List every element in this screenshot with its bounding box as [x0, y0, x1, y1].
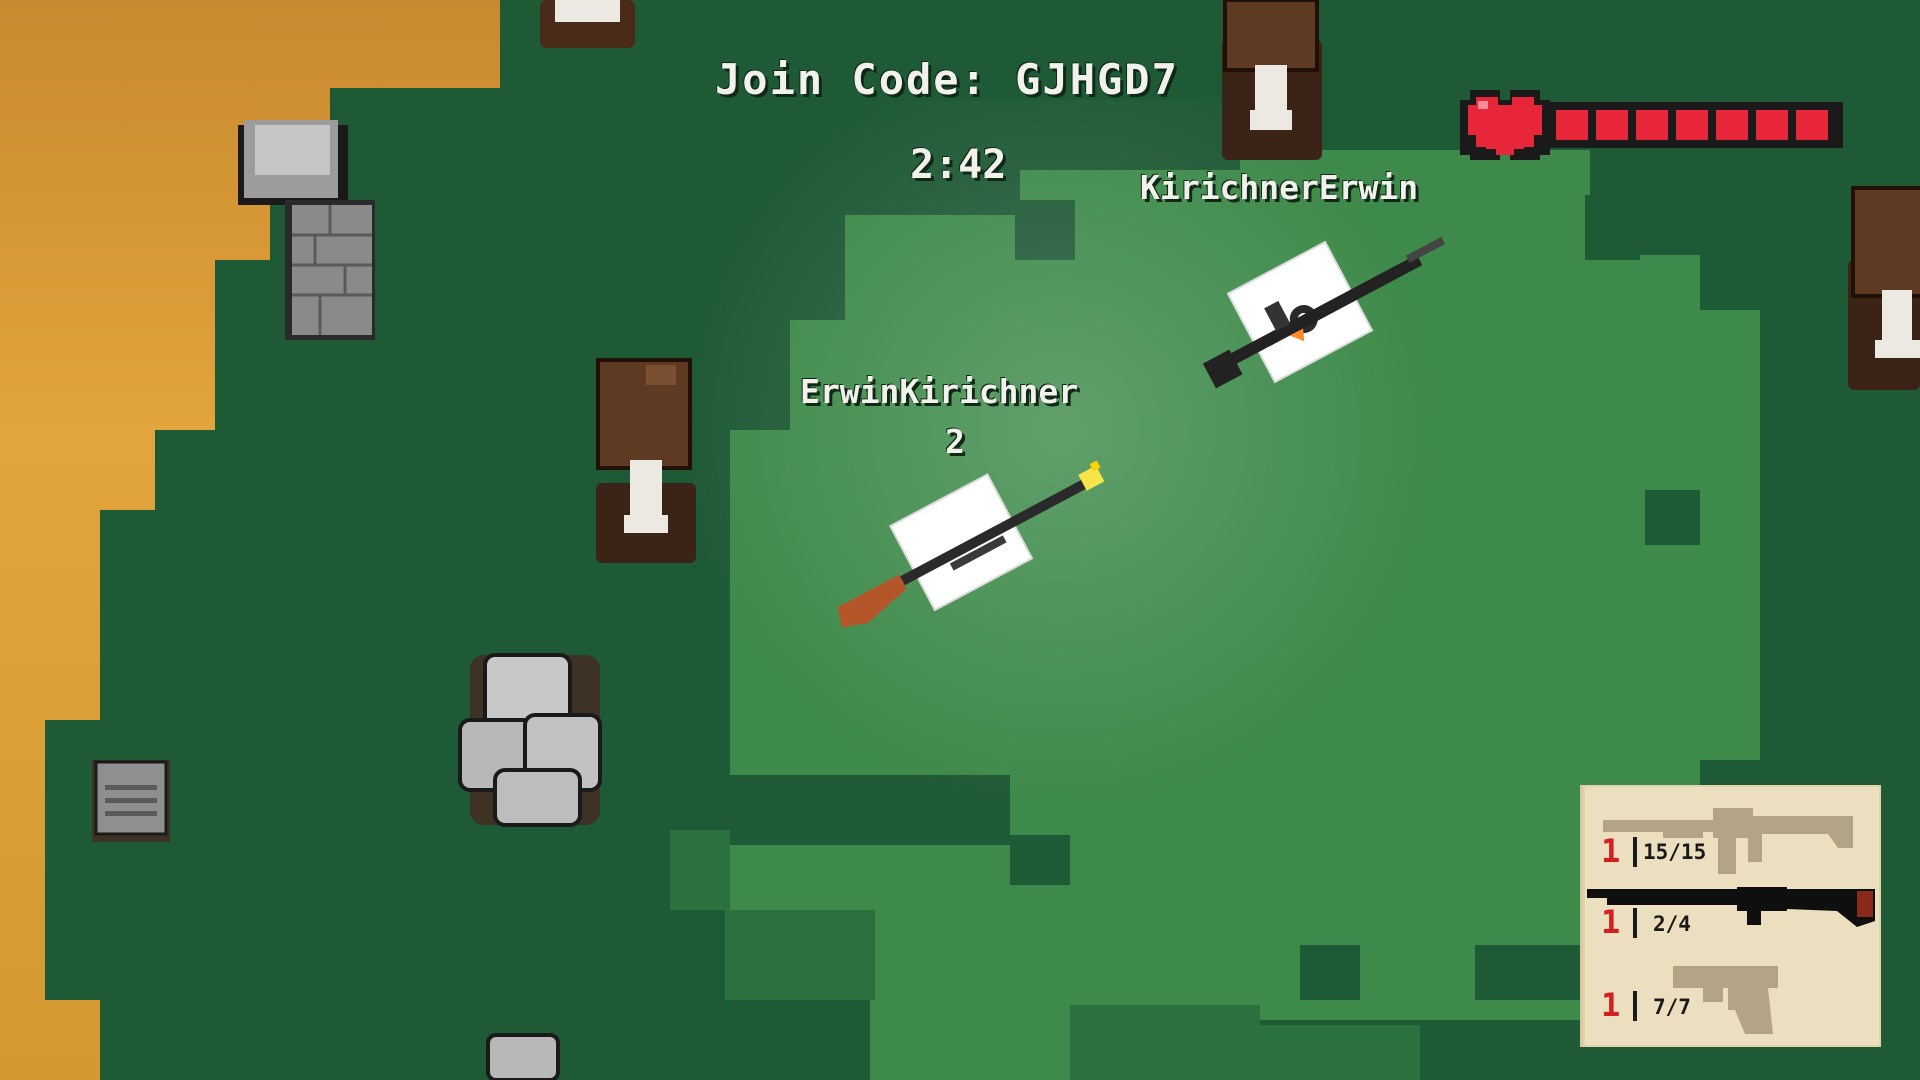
slot-3-divider [1633, 991, 1637, 1021]
assault-rifle-icon [1603, 808, 1853, 874]
slot-1-ammo: 15/15 [1643, 840, 1707, 864]
tree-top-center [1222, 0, 1322, 160]
weapon-slot-1[interactable]: 1 15/15 [1583, 790, 1881, 876]
boulder-cluster [458, 653, 602, 827]
bottom-stone [486, 1033, 560, 1080]
grave-stone [92, 760, 170, 842]
health-pip [1636, 110, 1668, 140]
enemy-name-label: KirichnerErwin [1140, 168, 1419, 207]
weapon-slot-2[interactable]: 1 2/4 [1583, 877, 1881, 963]
player-score-label: 2 [945, 422, 965, 461]
weapon-slot-3[interactable]: 1 7/7 [1583, 960, 1881, 1046]
slot-1-count: 1 [1601, 832, 1621, 870]
health-pip [1676, 110, 1708, 140]
shotgun-icon [1587, 887, 1875, 927]
health-pip [1596, 110, 1628, 140]
health-pip [1716, 110, 1748, 140]
join-code-label: Join Code: GJHGD7 [715, 55, 1179, 104]
slot-2-ammo: 2/4 [1653, 912, 1691, 936]
player-name-label: ErwinKirichner [800, 372, 1079, 411]
health-pip [1556, 110, 1588, 140]
tree-left [596, 358, 696, 563]
health-pip [1796, 110, 1828, 140]
tree-top-left [540, 0, 635, 48]
weapon-inventory-panel: 1 15/15 1 2/4 1 7/7 [1580, 785, 1881, 1047]
health-pip [1756, 110, 1788, 140]
match-timer: 2:42 [910, 142, 1007, 188]
slot-2-divider [1633, 908, 1637, 938]
slot-2-count: 1 [1601, 903, 1621, 941]
slot-3-count: 1 [1601, 986, 1621, 1024]
health-bar [1460, 90, 1843, 160]
slot-3-ammo: 7/7 [1653, 995, 1691, 1019]
slot-1-divider [1633, 837, 1637, 867]
game-viewport[interactable]: Join Code: GJHGD7 2:42 KirichnerErwin Er… [0, 0, 1920, 1080]
tree-right-edge [1848, 186, 1920, 390]
heart-icon [1460, 90, 1550, 160]
